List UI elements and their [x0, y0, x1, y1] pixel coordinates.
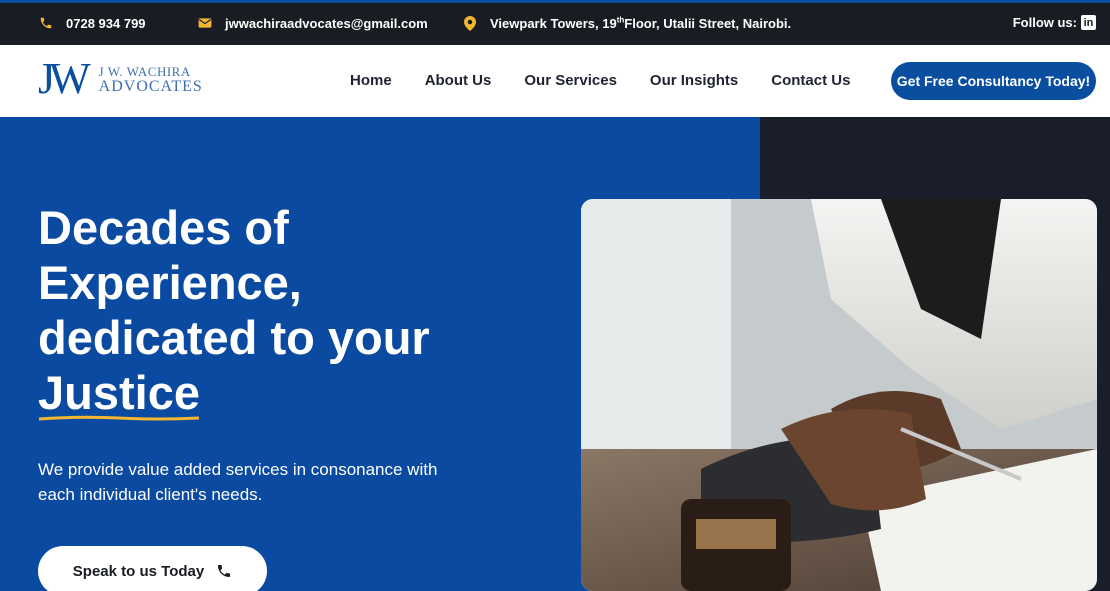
follow-us: Follow us: in [1013, 15, 1096, 30]
speak-to-us-button[interactable]: Speak to us Today [38, 546, 267, 591]
hero-highlight: Justice [38, 365, 200, 421]
nav-our-services[interactable]: Our Services [524, 72, 617, 89]
phone-icon [216, 563, 232, 579]
email-icon [197, 15, 213, 31]
nav-our-insights[interactable]: Our Insights [650, 72, 738, 89]
speak-to-us-label: Speak to us Today [72, 562, 205, 580]
main-nav: Home About Us Our Services Our Insights … [350, 72, 883, 89]
nav-home[interactable]: Home [350, 72, 392, 89]
topbar-address-text: Viewpark Towers, 19thFloor, Utalii Stree… [490, 15, 792, 31]
topbar-phone[interactable]: 0728 934 799 [38, 15, 146, 31]
hero-subtitle: We provide value added services in conso… [38, 460, 438, 504]
hero-photo-illustration [581, 199, 1097, 591]
nav-about-us[interactable]: About Us [425, 72, 492, 89]
site-logo[interactable]: JW J W. WACHIRA ADVOCATES [38, 57, 203, 101]
location-pin-icon [462, 15, 478, 31]
logo-mark: JW [38, 54, 91, 103]
logo-text: J W. WACHIRA ADVOCATES [98, 64, 203, 95]
phone-icon [38, 15, 54, 31]
site-header: JW J W. WACHIRA ADVOCATES Home About Us … [0, 45, 1110, 117]
topbar-address: Viewpark Towers, 19thFloor, Utalii Stree… [462, 15, 791, 31]
topbar-phone-text: 0728 934 799 [66, 15, 146, 31]
hero-photo [581, 199, 1097, 591]
top-info-bar: 0728 934 799 jwwachiraadvocates@gmail.co… [0, 0, 1110, 45]
topbar-email[interactable]: jwwachiraadvocates@gmail.com [197, 15, 428, 31]
linkedin-icon[interactable]: in [1081, 15, 1096, 30]
highlight-underline [38, 415, 200, 421]
hero-headline: Decades of Experience, dedicated to your… [38, 200, 508, 421]
topbar-email-text: jwwachiraadvocates@gmail.com [225, 15, 428, 31]
nav-contact-us[interactable]: Contact Us [771, 72, 850, 89]
free-consultancy-button[interactable]: Get Free Consultancy Today! [891, 62, 1096, 100]
follow-us-label: Follow us: [1012, 15, 1077, 30]
